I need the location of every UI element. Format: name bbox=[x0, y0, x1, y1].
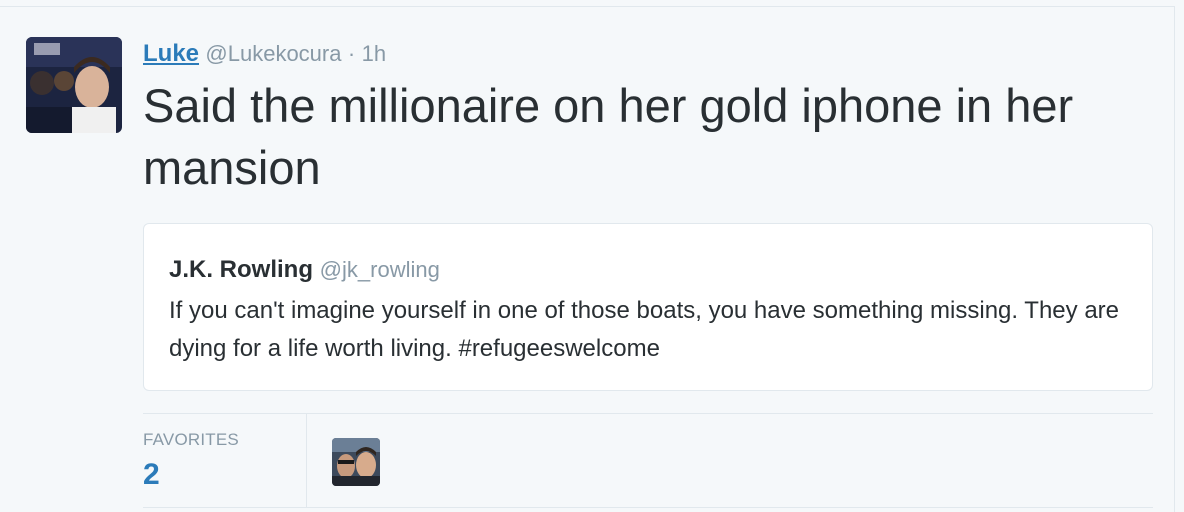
quoted-tweet-header: J.K. Rowling @jk_rowling bbox=[169, 255, 440, 285]
favoriter-avatar[interactable] bbox=[332, 438, 380, 486]
quoted-tweet-text: If you can't imagine yourself in one of … bbox=[169, 297, 1120, 362]
quoted-tweet[interactable]: J.K. Rowling @jk_rowling If you can't im… bbox=[143, 223, 1153, 391]
tweet-header: Luke @Lukekocura · 1h bbox=[143, 38, 386, 68]
author-avatar[interactable] bbox=[26, 37, 122, 133]
tweet-timestamp[interactable]: 1h bbox=[362, 41, 386, 66]
tweet-text: Said the millionaire on her gold iphone … bbox=[143, 79, 1074, 194]
favorites-count[interactable]: 2 bbox=[143, 458, 160, 492]
quoted-author-name: J.K. Rowling bbox=[169, 256, 313, 283]
favorites-stat[interactable]: FAVORITES 2 bbox=[143, 414, 307, 508]
author-handle[interactable]: @Lukekocura bbox=[205, 41, 341, 66]
favorites-label: FAVORITES bbox=[143, 430, 239, 449]
tweet-stats: FAVORITES 2 bbox=[143, 413, 1153, 508]
tweet-card: Luke @Lukekocura · 1h Said the millionai… bbox=[0, 6, 1175, 512]
header-separator: · bbox=[347, 41, 356, 66]
quoted-author-handle: @jk_rowling bbox=[319, 257, 440, 282]
author-name-link[interactable]: Luke bbox=[143, 40, 199, 67]
